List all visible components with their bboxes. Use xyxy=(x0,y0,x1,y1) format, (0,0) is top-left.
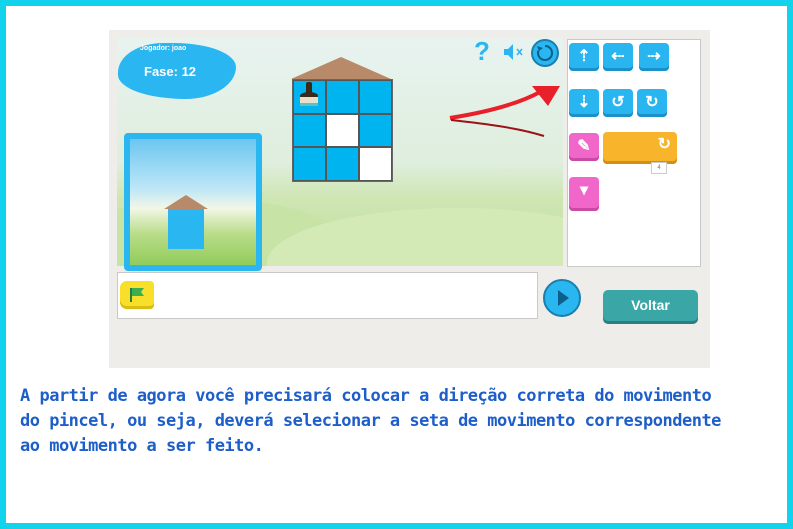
target-preview xyxy=(124,133,262,271)
help-icon[interactable]: ? xyxy=(474,38,490,64)
grid-cell xyxy=(326,113,359,148)
repeat-count: 4 xyxy=(651,162,667,174)
caption-line-2: do pincel, ou seja, deverá selecionar a … xyxy=(20,411,721,431)
grid-cell xyxy=(326,80,359,114)
instruction-caption: A partir de agora você precisará colocar… xyxy=(20,384,790,459)
red-arrow-annotation xyxy=(448,82,563,157)
play-button[interactable] xyxy=(543,279,581,317)
preview-roof xyxy=(164,195,208,209)
flag-icon xyxy=(130,288,144,302)
function-block[interactable]: ▾ xyxy=(569,177,599,211)
grid-cell xyxy=(326,147,359,181)
brush-icon xyxy=(296,80,322,110)
restart-icon[interactable] xyxy=(531,39,559,67)
turn-left-block[interactable]: ↺ xyxy=(603,89,633,117)
grid-cell xyxy=(359,113,392,148)
voltar-button[interactable]: Voltar xyxy=(603,290,698,321)
turn-right-block[interactable]: ↻ xyxy=(637,89,667,117)
preview-house xyxy=(168,209,204,249)
program-bar[interactable] xyxy=(117,272,538,319)
player-label: Jogador: joao xyxy=(140,45,187,52)
repeat-block[interactable]: ↻ 4 xyxy=(603,132,677,174)
start-flag-block[interactable] xyxy=(120,281,154,309)
grid-cell xyxy=(359,147,392,181)
grid-cell xyxy=(293,147,326,181)
house-roof xyxy=(291,57,391,79)
move-left-block[interactable]: ⇠ xyxy=(603,43,633,71)
paint-block[interactable]: ✎ xyxy=(569,133,599,161)
play-icon xyxy=(558,290,569,306)
player-badge: Jogador: joao Fase: 12 xyxy=(118,43,236,99)
grid-cell xyxy=(359,80,392,114)
caption-line-3: ao movimento a ser feito. xyxy=(20,436,264,456)
move-right-block[interactable]: ⇢ xyxy=(639,43,669,71)
sound-muted-icon[interactable] xyxy=(502,42,524,67)
repeat-icon: ↻ xyxy=(657,136,671,153)
move-up-block[interactable]: ⇡ xyxy=(569,43,599,71)
grid-cell xyxy=(293,113,326,148)
caption-line-1: A partir de agora você precisará colocar… xyxy=(20,386,712,406)
phase-label: Fase: 12 xyxy=(144,64,197,79)
move-down-block[interactable]: ⇣ xyxy=(569,89,599,117)
